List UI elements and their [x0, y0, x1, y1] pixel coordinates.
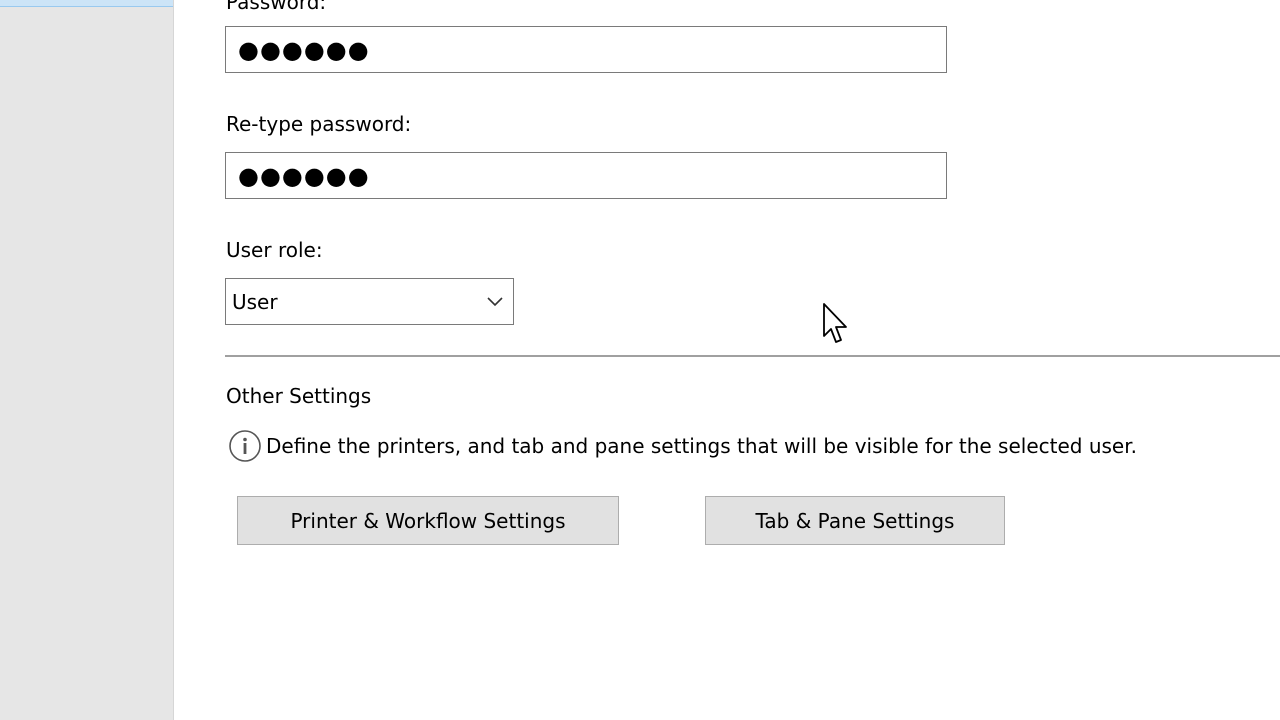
chevron-down-icon [487, 297, 503, 307]
info-text: Define the printers, and tab and pane se… [266, 434, 1137, 458]
printer-workflow-settings-button[interactable]: Printer & Workflow Settings [237, 496, 619, 545]
password-field[interactable]: ●●●●●● [225, 26, 947, 73]
info-icon [229, 430, 261, 462]
mouse-pointer-icon [823, 303, 847, 343]
retype-password-label: Re-type password: [226, 112, 412, 136]
user-role-value: User [232, 289, 278, 314]
user-role-select[interactable]: User [225, 278, 514, 325]
section-divider [225, 355, 1280, 357]
password-label: Password: [226, 0, 327, 14]
tab-pane-settings-button[interactable]: Tab & Pane Settings [705, 496, 1005, 545]
sidebar-selected-item[interactable] [0, 0, 173, 7]
other-settings-heading: Other Settings [226, 384, 372, 408]
retype-password-field[interactable]: ●●●●●● [225, 152, 947, 199]
user-role-label: User role: [226, 238, 323, 262]
sidebar [0, 0, 174, 720]
